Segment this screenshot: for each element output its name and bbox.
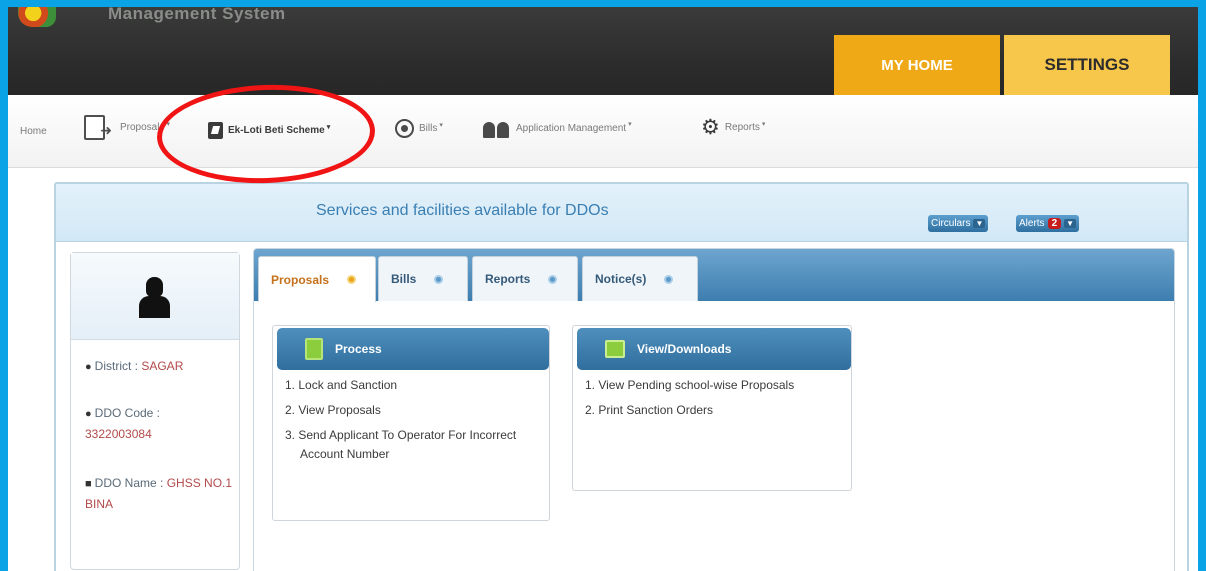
tab-notices[interactable]: Notice(s) bbox=[582, 256, 698, 301]
ddo-code-value: 3322003084 bbox=[85, 427, 152, 441]
services-tabs: Proposals Bills Reports Notice(s) Proces… bbox=[253, 248, 1175, 571]
system-name: Management System bbox=[108, 4, 286, 23]
app-header: Management System MY HOME SETTINGS bbox=[8, 4, 1198, 95]
chevron-down-icon: ▾ bbox=[439, 121, 443, 129]
view-downloads-title: View/Downloads bbox=[637, 342, 732, 356]
process-title: Process bbox=[335, 342, 382, 356]
tab-settings[interactable]: SETTINGS bbox=[1004, 35, 1170, 95]
ddo-code-info: ● DDO Code : 3322003084 bbox=[85, 403, 235, 444]
nav-bills-label: Bills bbox=[419, 123, 438, 134]
tab-bills[interactable]: Bills bbox=[378, 256, 468, 301]
ddo-code-label: DDO Code : bbox=[94, 406, 161, 420]
alerts-count-badge: 2 bbox=[1047, 218, 1062, 229]
nav-home-label: Home bbox=[20, 126, 47, 137]
map-pin-icon: ● bbox=[85, 361, 92, 373]
proposal-doc-icon bbox=[84, 115, 112, 140]
nav-bills[interactable]: Bills ▾ bbox=[395, 119, 443, 138]
avatar-box bbox=[71, 253, 239, 340]
nav-application-management[interactable]: Application Management ▾ bbox=[483, 118, 632, 138]
tab-proposals-label: Proposals bbox=[271, 272, 330, 287]
chevron-down-icon: ▾ bbox=[628, 121, 632, 128]
chevron-down-icon: ▼ bbox=[973, 219, 986, 228]
bills-icon bbox=[395, 119, 414, 138]
process-box: Process 1. Lock and Sanction 2. View Pro… bbox=[272, 325, 550, 521]
ddo-name-label: DDO Name : bbox=[94, 476, 164, 490]
circulars-label: Circulars bbox=[931, 218, 971, 229]
nav-app-label: Application Management bbox=[516, 122, 627, 134]
district-info: ● District : SAGAR bbox=[85, 356, 183, 377]
gear-icon: ⚙ bbox=[701, 116, 720, 139]
tab-indicator-icon bbox=[434, 274, 444, 284]
process-link-view-proposals[interactable]: 2. View Proposals bbox=[285, 401, 516, 420]
tab-indicator-icon bbox=[664, 274, 674, 284]
tab-reports[interactable]: Reports bbox=[472, 256, 578, 301]
nav-reports-label: Reports bbox=[724, 122, 760, 133]
tab-indicator-icon bbox=[347, 275, 357, 284]
circulars-button[interactable]: Circulars ▼ bbox=[928, 215, 989, 232]
building-icon: ■ bbox=[85, 478, 92, 490]
nav-reports[interactable]: ⚙ Reports ▾ bbox=[701, 117, 765, 138]
users-icon bbox=[483, 118, 511, 138]
panel-title: Services and facilities available for DD… bbox=[316, 202, 609, 219]
process-link-send-applicant[interactable]: 3. Send Applicant To Operator For Incorr… bbox=[285, 426, 516, 464]
tab-bills-label: Bills bbox=[391, 272, 417, 286]
tab-proposals[interactable]: Proposals bbox=[258, 256, 376, 302]
view-link-pending-proposals[interactable]: 1. View Pending school-wise Proposals bbox=[585, 376, 794, 395]
nav-home[interactable]: Home bbox=[20, 126, 47, 137]
process-item3-label: 3. Send Applicant To Operator For Incorr… bbox=[285, 428, 517, 442]
alerts-button[interactable]: Alerts 2 ▼ bbox=[1016, 215, 1080, 232]
district-label: District : bbox=[94, 359, 138, 373]
tab-indicator-icon bbox=[548, 274, 558, 284]
avatar bbox=[139, 277, 170, 319]
tab-my-home[interactable]: MY HOME bbox=[834, 35, 1000, 95]
tab-notices-label: Notice(s) bbox=[595, 272, 647, 286]
logo bbox=[18, 7, 56, 27]
chevron-down-icon: ▾ bbox=[761, 120, 766, 128]
ddo-profile-card: ● District : SAGAR ● DDO Code : 3322003084… bbox=[70, 252, 240, 570]
monitor-icon bbox=[605, 340, 625, 358]
alerts-label: Alerts bbox=[1019, 218, 1045, 229]
view-downloads-box: View/Downloads 1. View Pending school-wi… bbox=[572, 325, 852, 491]
process-link-lock-sanction[interactable]: 1. Lock and Sanction bbox=[285, 376, 516, 395]
process-list: 1. Lock and Sanction 2. View Proposals 3… bbox=[285, 376, 516, 470]
process-header: Process bbox=[277, 328, 549, 370]
tab-reports-label: Reports bbox=[485, 272, 531, 286]
ddo-name-info: ■ DDO Name : GHSS NO.1 BINA bbox=[85, 473, 240, 514]
main-panel: Services and facilities available for DD… bbox=[54, 182, 1189, 571]
chevron-down-icon: ▼ bbox=[1064, 219, 1077, 228]
view-list: 1. View Pending school-wise Proposals 2.… bbox=[585, 376, 794, 426]
panel-header: Services and facilities available for DD… bbox=[56, 184, 1187, 242]
ddo-name-value-cont: BINA bbox=[85, 497, 114, 511]
process-item3-cont: Account Number bbox=[300, 447, 390, 461]
ddo-name-value: GHSS NO.1 bbox=[166, 476, 233, 490]
view-downloads-header: View/Downloads bbox=[577, 328, 851, 370]
process-icon bbox=[305, 338, 323, 360]
view-link-print-sanction[interactable]: 2. Print Sanction Orders bbox=[585, 401, 794, 420]
info-icon: ● bbox=[85, 408, 92, 420]
tabs-bar: Proposals Bills Reports Notice(s) bbox=[254, 249, 1174, 302]
district-value: SAGAR bbox=[141, 359, 184, 373]
